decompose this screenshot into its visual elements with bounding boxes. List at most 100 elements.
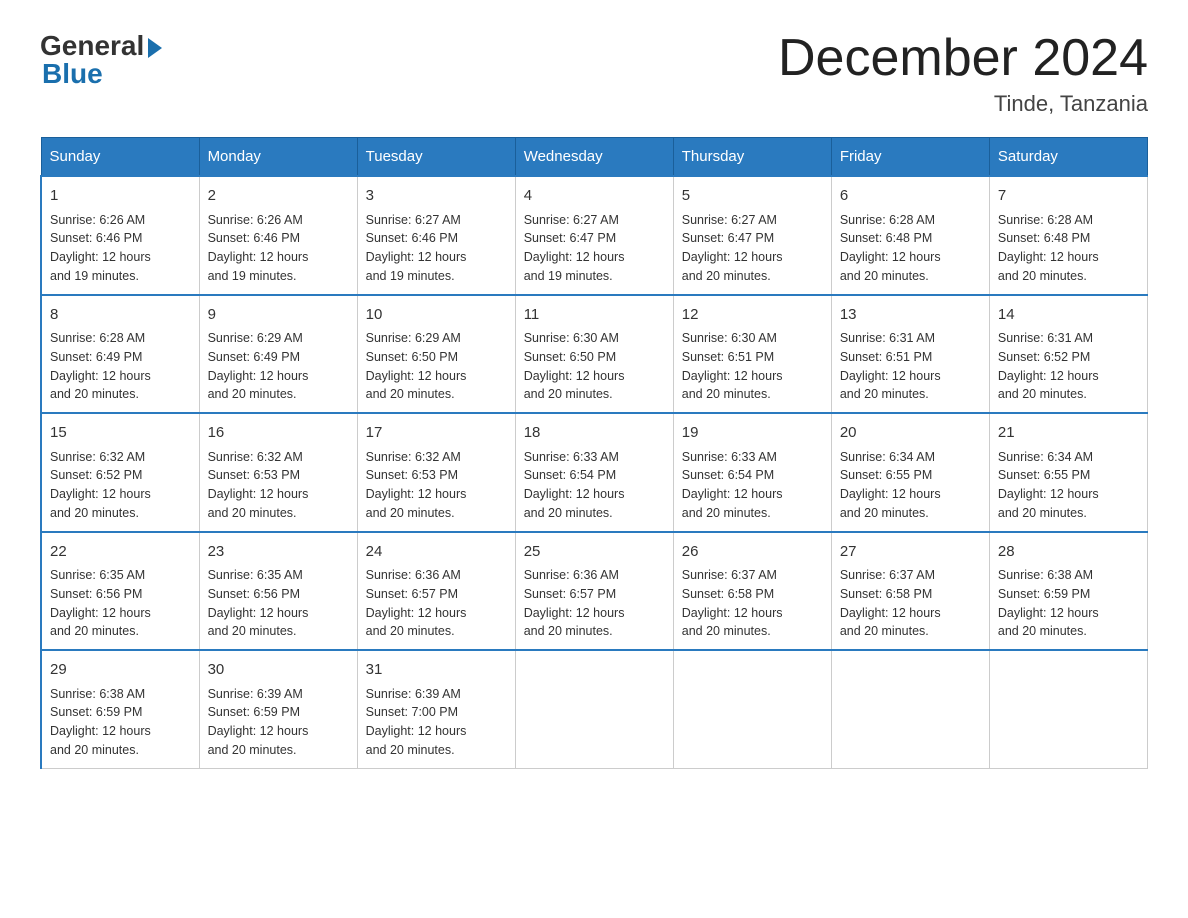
day-daylight-minutes: and 20 minutes.	[50, 624, 139, 638]
day-sunset: Sunset: 6:54 PM	[524, 468, 616, 482]
day-sunset: Sunset: 6:47 PM	[682, 231, 774, 245]
day-daylight: Daylight: 12 hours	[682, 606, 783, 620]
day-number: 18	[524, 422, 665, 445]
calendar-cell: 14 Sunrise: 6:31 AM Sunset: 6:52 PM Dayl…	[989, 295, 1147, 414]
day-sunset: Sunset: 6:52 PM	[998, 350, 1090, 364]
calendar-cell: 2 Sunrise: 6:26 AM Sunset: 6:46 PM Dayli…	[199, 176, 357, 295]
calendar-table: Sunday Monday Tuesday Wednesday Thursday…	[40, 137, 1148, 769]
day-daylight: Daylight: 12 hours	[524, 606, 625, 620]
calendar-cell: 27 Sunrise: 6:37 AM Sunset: 6:58 PM Dayl…	[831, 532, 989, 651]
day-daylight-minutes: and 19 minutes.	[524, 269, 613, 283]
day-daylight-minutes: and 19 minutes.	[208, 269, 297, 283]
calendar-cell: 19 Sunrise: 6:33 AM Sunset: 6:54 PM Dayl…	[673, 413, 831, 532]
day-sunset: Sunset: 6:49 PM	[50, 350, 142, 364]
day-daylight: Daylight: 12 hours	[840, 250, 941, 264]
day-number: 30	[208, 659, 349, 682]
day-sunset: Sunset: 6:58 PM	[682, 587, 774, 601]
day-daylight-minutes: and 19 minutes.	[366, 269, 455, 283]
day-sunset: Sunset: 7:00 PM	[366, 705, 458, 719]
day-daylight: Daylight: 12 hours	[208, 250, 309, 264]
day-daylight: Daylight: 12 hours	[208, 606, 309, 620]
day-sunrise: Sunrise: 6:38 AM	[50, 687, 145, 701]
day-daylight: Daylight: 12 hours	[50, 369, 151, 383]
header-monday: Monday	[199, 138, 357, 177]
day-daylight-minutes: and 20 minutes.	[208, 387, 297, 401]
calendar-cell: 26 Sunrise: 6:37 AM Sunset: 6:58 PM Dayl…	[673, 532, 831, 651]
day-number: 6	[840, 185, 981, 208]
week-row-2: 8 Sunrise: 6:28 AM Sunset: 6:49 PM Dayli…	[41, 295, 1148, 414]
calendar-cell	[515, 650, 673, 768]
day-number: 14	[998, 304, 1139, 327]
calendar-cell: 20 Sunrise: 6:34 AM Sunset: 6:55 PM Dayl…	[831, 413, 989, 532]
day-daylight-minutes: and 20 minutes.	[366, 624, 455, 638]
day-daylight-minutes: and 20 minutes.	[998, 269, 1087, 283]
day-number: 8	[50, 304, 191, 327]
day-sunset: Sunset: 6:48 PM	[998, 231, 1090, 245]
calendar-cell: 24 Sunrise: 6:36 AM Sunset: 6:57 PM Dayl…	[357, 532, 515, 651]
day-number: 23	[208, 541, 349, 564]
day-sunset: Sunset: 6:55 PM	[840, 468, 932, 482]
day-number: 29	[50, 659, 191, 682]
calendar-cell: 25 Sunrise: 6:36 AM Sunset: 6:57 PM Dayl…	[515, 532, 673, 651]
day-daylight: Daylight: 12 hours	[682, 250, 783, 264]
day-number: 17	[366, 422, 507, 445]
day-number: 11	[524, 304, 665, 327]
day-daylight-minutes: and 20 minutes.	[840, 624, 929, 638]
calendar-cell: 28 Sunrise: 6:38 AM Sunset: 6:59 PM Dayl…	[989, 532, 1147, 651]
day-number: 19	[682, 422, 823, 445]
day-daylight: Daylight: 12 hours	[998, 369, 1099, 383]
day-sunset: Sunset: 6:58 PM	[840, 587, 932, 601]
page-header: General Blue December 2024 Tinde, Tanzan…	[40, 30, 1148, 117]
day-sunset: Sunset: 6:50 PM	[366, 350, 458, 364]
day-number: 31	[366, 659, 507, 682]
day-sunset: Sunset: 6:59 PM	[998, 587, 1090, 601]
day-sunrise: Sunrise: 6:36 AM	[366, 568, 461, 582]
calendar-cell: 18 Sunrise: 6:33 AM Sunset: 6:54 PM Dayl…	[515, 413, 673, 532]
day-sunrise: Sunrise: 6:35 AM	[208, 568, 303, 582]
day-daylight: Daylight: 12 hours	[50, 724, 151, 738]
day-sunrise: Sunrise: 6:28 AM	[840, 213, 935, 227]
header-saturday: Saturday	[989, 138, 1147, 177]
day-daylight: Daylight: 12 hours	[366, 487, 467, 501]
day-number: 27	[840, 541, 981, 564]
calendar-cell: 9 Sunrise: 6:29 AM Sunset: 6:49 PM Dayli…	[199, 295, 357, 414]
day-number: 9	[208, 304, 349, 327]
day-number: 22	[50, 541, 191, 564]
day-sunset: Sunset: 6:57 PM	[366, 587, 458, 601]
month-title: December 2024	[778, 30, 1148, 87]
day-sunrise: Sunrise: 6:27 AM	[366, 213, 461, 227]
day-daylight: Daylight: 12 hours	[366, 369, 467, 383]
day-daylight: Daylight: 12 hours	[524, 250, 625, 264]
title-area: December 2024 Tinde, Tanzania	[778, 30, 1148, 117]
day-sunrise: Sunrise: 6:33 AM	[524, 450, 619, 464]
header-thursday: Thursday	[673, 138, 831, 177]
day-daylight-minutes: and 20 minutes.	[524, 506, 613, 520]
day-daylight-minutes: and 20 minutes.	[682, 269, 771, 283]
calendar-cell: 23 Sunrise: 6:35 AM Sunset: 6:56 PM Dayl…	[199, 532, 357, 651]
calendar-cell: 31 Sunrise: 6:39 AM Sunset: 7:00 PM Dayl…	[357, 650, 515, 768]
day-sunrise: Sunrise: 6:37 AM	[682, 568, 777, 582]
calendar-cell: 15 Sunrise: 6:32 AM Sunset: 6:52 PM Dayl…	[41, 413, 199, 532]
day-daylight: Daylight: 12 hours	[208, 369, 309, 383]
day-daylight-minutes: and 20 minutes.	[682, 624, 771, 638]
day-daylight: Daylight: 12 hours	[366, 250, 467, 264]
day-daylight-minutes: and 20 minutes.	[840, 506, 929, 520]
day-number: 3	[366, 185, 507, 208]
day-number: 28	[998, 541, 1139, 564]
day-daylight-minutes: and 20 minutes.	[50, 387, 139, 401]
calendar-cell: 10 Sunrise: 6:29 AM Sunset: 6:50 PM Dayl…	[357, 295, 515, 414]
day-daylight: Daylight: 12 hours	[682, 487, 783, 501]
day-sunset: Sunset: 6:59 PM	[208, 705, 300, 719]
day-daylight: Daylight: 12 hours	[998, 487, 1099, 501]
day-number: 10	[366, 304, 507, 327]
day-daylight-minutes: and 20 minutes.	[998, 387, 1087, 401]
day-daylight-minutes: and 20 minutes.	[998, 624, 1087, 638]
day-daylight-minutes: and 20 minutes.	[366, 743, 455, 757]
calendar-cell: 11 Sunrise: 6:30 AM Sunset: 6:50 PM Dayl…	[515, 295, 673, 414]
day-sunrise: Sunrise: 6:35 AM	[50, 568, 145, 582]
calendar-cell: 12 Sunrise: 6:30 AM Sunset: 6:51 PM Dayl…	[673, 295, 831, 414]
day-number: 1	[50, 185, 191, 208]
day-number: 25	[524, 541, 665, 564]
day-sunset: Sunset: 6:53 PM	[208, 468, 300, 482]
day-daylight: Daylight: 12 hours	[208, 724, 309, 738]
